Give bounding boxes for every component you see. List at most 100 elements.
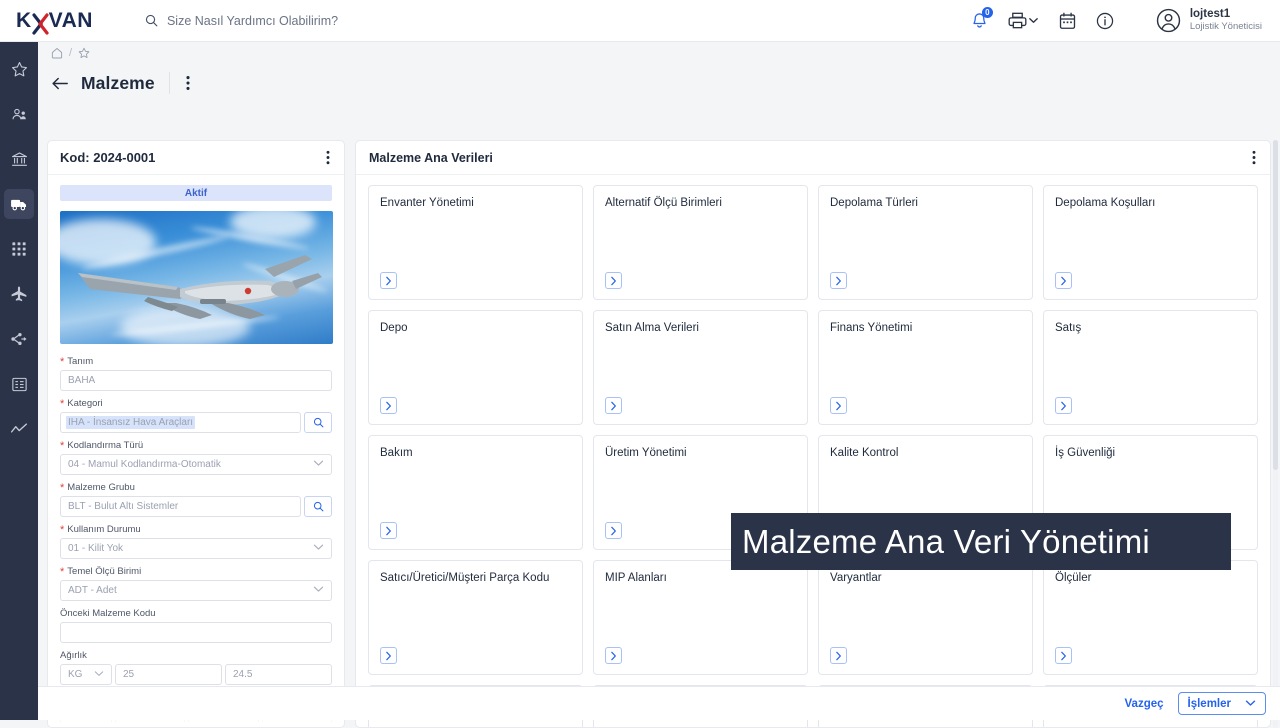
page-title: Malzeme xyxy=(81,73,155,94)
master-data-tile[interactable]: Bakım xyxy=(368,435,583,550)
sidebar-item-logistics[interactable] xyxy=(4,189,34,219)
master-data-tile[interactable]: Varyantlar xyxy=(818,560,1033,675)
master-data-tile[interactable]: Finans Yönetimi xyxy=(818,310,1033,425)
tile-open-button[interactable] xyxy=(380,522,397,539)
master-data-tile[interactable]: Ölçüler xyxy=(1043,560,1258,675)
back-button[interactable] xyxy=(51,76,69,91)
star-icon[interactable] xyxy=(78,47,90,59)
actions-button[interactable]: İşlemler xyxy=(1178,692,1266,715)
agirlik-value-1[interactable]: 25 xyxy=(115,664,222,685)
field-agirlik: Ağırlık KG 25 24.5 xyxy=(60,650,332,685)
home-icon[interactable] xyxy=(51,47,63,59)
overlay-title-text: Malzeme Ana Veri Yönetimi xyxy=(742,523,1150,561)
printer-icon xyxy=(1008,12,1027,29)
tile-open-button[interactable] xyxy=(605,272,622,289)
tile-open-button[interactable] xyxy=(380,397,397,414)
brand-logo[interactable]: K VAN xyxy=(16,9,93,33)
kodlandirma-turu-select[interactable]: 04 - Mamul Kodlandırma-Otomatik xyxy=(60,454,332,475)
print-button[interactable] xyxy=(1008,12,1039,29)
global-search[interactable]: Size Nasıl Yardımcı Olabilirim? xyxy=(145,14,338,28)
table-icon xyxy=(11,376,28,393)
kategori-search-button[interactable] xyxy=(304,412,332,433)
master-data-tile[interactable]: Depo xyxy=(368,310,583,425)
input-value: 24.5 xyxy=(233,669,252,680)
tanim-input[interactable]: BAHA xyxy=(60,370,332,391)
master-data-tile[interactable]: Satıcı/Üretici/Müşteri Parça Kodu xyxy=(368,560,583,675)
sidebar-item-analytics[interactable] xyxy=(4,414,34,444)
master-data-tile[interactable]: Depolama Koşulları xyxy=(1043,185,1258,300)
tile-title: Alternatif Ölçü Birimleri xyxy=(605,196,796,210)
master-data-tile[interactable]: MIP Alanları xyxy=(593,560,808,675)
master-data-tile[interactable]: Envanter Yönetimi xyxy=(368,185,583,300)
malzeme-grubu-input[interactable]: BLT - Bulut Altı Sistemler xyxy=(60,496,301,517)
sidebar-item-apps[interactable] xyxy=(4,234,34,264)
tile-open-button[interactable] xyxy=(830,397,847,414)
master-data-overflow-menu-button[interactable] xyxy=(1248,148,1260,167)
master-data-tile[interactable]: Depolama Türleri xyxy=(818,185,1033,300)
brand-text-k: K xyxy=(16,9,32,33)
tile-title: Bakım xyxy=(380,446,571,460)
left-nav-rail xyxy=(0,42,38,720)
field-label: Önceki Malzeme Kodu xyxy=(60,608,332,619)
header-divider xyxy=(169,72,170,94)
input-value: ADT - Adet xyxy=(68,585,117,596)
field-label: * Kodlandırma Türü xyxy=(60,440,332,451)
chevron-right-icon xyxy=(385,651,392,661)
field-kodlandirma-turu: * Kodlandırma Türü 04 - Mamul Kodlandırm… xyxy=(60,440,332,475)
label-text: Kullanım Durumu xyxy=(67,524,140,535)
tile-open-button[interactable] xyxy=(1055,647,1072,664)
onceki-malzeme-kodu-input[interactable] xyxy=(60,622,332,643)
agirlik-unit-select[interactable]: KG xyxy=(60,664,112,685)
info-button[interactable] xyxy=(1096,12,1114,30)
breadcrumb-separator: / xyxy=(69,47,72,59)
agirlik-value-2[interactable]: 24.5 xyxy=(225,664,332,685)
sidebar-item-aviation[interactable] xyxy=(4,279,34,309)
label-text: Kodlandırma Türü xyxy=(67,440,143,451)
tile-title: MIP Alanları xyxy=(605,571,796,585)
input-value: IHA - İnsansız Hava Araçları xyxy=(66,416,195,429)
arrow-left-icon xyxy=(51,76,69,91)
sidebar-item-favorites[interactable] xyxy=(4,54,34,84)
kullanim-durumu-select[interactable]: 01 - Kilit Yok xyxy=(60,538,332,559)
master-data-tile[interactable]: Alternatif Ölçü Birimleri xyxy=(593,185,808,300)
notifications-button[interactable]: 0 xyxy=(971,12,988,30)
sidebar-item-organization[interactable] xyxy=(4,144,34,174)
search-input-placeholder[interactable]: Size Nasıl Yardımcı Olabilirim? xyxy=(167,14,338,28)
temel-olcu-birimi-select[interactable]: ADT - Adet xyxy=(60,580,332,601)
page-overflow-menu-button[interactable] xyxy=(182,73,194,93)
malzeme-grubu-search-button[interactable] xyxy=(304,496,332,517)
input-value: KG xyxy=(68,669,82,680)
scrollbar-thumb[interactable] xyxy=(1273,140,1278,470)
chevron-right-icon xyxy=(835,401,842,411)
tile-open-button[interactable] xyxy=(830,272,847,289)
calendar-icon xyxy=(1059,12,1076,30)
chevron-right-icon xyxy=(1060,651,1067,661)
search-icon xyxy=(313,417,324,428)
tile-open-button[interactable] xyxy=(1055,272,1072,289)
required-marker: * xyxy=(60,527,64,533)
input-value: BLT - Bulut Altı Sistemler xyxy=(68,501,178,512)
user-menu[interactable]: lojtest1 Lojistik Yöneticisi xyxy=(1156,8,1262,33)
kategori-input[interactable]: IHA - İnsansız Hava Araçları xyxy=(60,412,301,433)
page-scrollbar[interactable] xyxy=(1273,140,1278,728)
calendar-button[interactable] xyxy=(1059,12,1076,30)
master-data-tile[interactable]: Satış xyxy=(1043,310,1258,425)
tile-open-button[interactable] xyxy=(830,647,847,664)
sidebar-item-users[interactable] xyxy=(4,99,34,129)
sidebar-item-workflow[interactable] xyxy=(4,324,34,354)
tile-open-button[interactable] xyxy=(605,647,622,664)
label-text: Temel Ölçü Birimi xyxy=(67,566,141,577)
sidebar-item-reports[interactable] xyxy=(4,369,34,399)
chevron-right-icon xyxy=(1060,401,1067,411)
tile-open-button[interactable] xyxy=(380,647,397,664)
tile-open-button[interactable] xyxy=(1055,397,1072,414)
master-data-tile[interactable]: Satın Alma Verileri xyxy=(593,310,808,425)
uav-drone-icon xyxy=(60,211,333,344)
tile-open-button[interactable] xyxy=(605,397,622,414)
detail-overflow-menu-button[interactable] xyxy=(322,148,334,167)
chevron-down-icon xyxy=(313,543,324,554)
tile-open-button[interactable] xyxy=(380,272,397,289)
cancel-button[interactable]: Vazgeç xyxy=(1125,698,1164,710)
tile-open-button[interactable] xyxy=(605,522,622,539)
page-content: / Malzeme Kod: 2024-0001 xyxy=(38,42,1280,720)
